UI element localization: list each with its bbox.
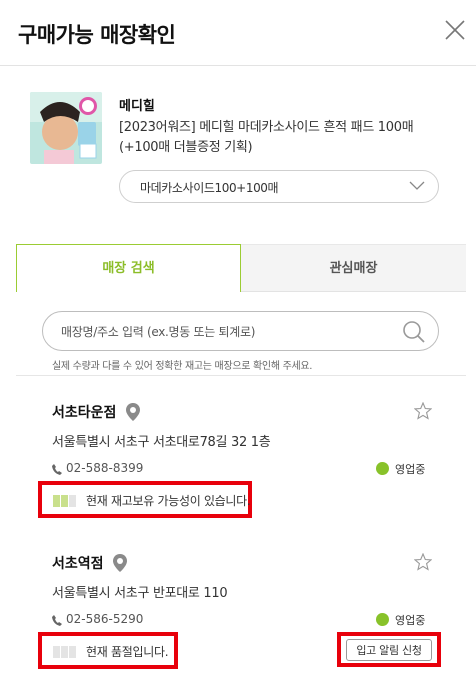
close-icon[interactable] <box>443 18 467 42</box>
store-status: 영업중 <box>395 463 426 476</box>
store-name: 서초타운점 <box>52 405 117 421</box>
stock-level-indicator <box>53 495 77 507</box>
stock-bar <box>53 646 60 658</box>
stock-status: 현재 품절입니다. <box>38 632 178 669</box>
divider <box>16 375 466 376</box>
stock-notice: 실제 수량과 다를 수 있어 정확한 재고는 매장으로 확인해 주세요. <box>52 361 313 372</box>
option-dropdown[interactable]: 마데카소사이드100+100매 <box>119 170 439 203</box>
notify-highlight: 입고 알림 신청 <box>337 632 441 667</box>
stock-text: 현재 재고보유 가능성이 있습니다. <box>86 494 251 508</box>
option-selected-value: 마데카소사이드100+100매 <box>140 181 279 195</box>
map-pin-icon[interactable] <box>113 554 127 572</box>
tab-favorite-stores[interactable]: 관심매장 <box>241 244 466 292</box>
modal-title: 구매가능 매장확인 <box>18 23 176 47</box>
stock-bar <box>69 646 76 658</box>
product-thumbnail <box>30 92 102 164</box>
store-address: 서울특별시 서초구 반포대로 110 <box>52 586 228 601</box>
restock-notify-button[interactable]: 입고 알림 신청 <box>346 639 432 661</box>
modal-header: 구매가능 매장확인 <box>0 0 476 66</box>
chevron-down-icon <box>409 181 425 190</box>
stock-bar <box>53 495 60 507</box>
store-phone[interactable]: 02-586-5290 <box>66 612 143 626</box>
open-status-dot <box>376 613 389 626</box>
store-item: 서초역점 서울특별시 서초구 반포대로 110 02-586-5290 영업중 … <box>0 553 476 685</box>
store-status: 영업중 <box>395 614 426 627</box>
store-item: 서초타운점 서울특별시 서초구 서초대로78길 32 1층 02-588-839… <box>0 402 476 552</box>
favorite-star-icon[interactable] <box>414 553 432 571</box>
stock-bar <box>69 495 76 507</box>
product-brand: 메디힐 <box>119 99 155 114</box>
map-pin-icon[interactable] <box>126 403 140 421</box>
phone-icon <box>52 615 62 626</box>
stock-bar <box>61 646 68 658</box>
stock-bar <box>61 495 68 507</box>
store-name: 서초역점 <box>52 556 104 572</box>
product-name: [2023어워즈] 메디힐 마데카소사이드 흔적 패드 100매 (+100매 … <box>119 120 414 155</box>
search-icon[interactable] <box>402 320 426 344</box>
search-input[interactable] <box>61 322 391 342</box>
store-tabs: 매장 검색 관심매장 <box>16 244 466 292</box>
open-status-dot <box>376 462 389 475</box>
product-info: 메디힐 [2023어워즈] 메디힐 마데카소사이드 흔적 패드 100매 (+1… <box>0 66 476 216</box>
stock-status: 현재 재고보유 가능성이 있습니다. <box>38 481 252 518</box>
tab-store-search[interactable]: 매장 검색 <box>16 244 241 292</box>
search-bar <box>42 311 439 351</box>
stock-text: 현재 품절입니다. <box>86 645 169 659</box>
store-address: 서울특별시 서초구 서초대로78길 32 1층 <box>52 435 271 450</box>
phone-icon <box>52 464 62 475</box>
store-phone[interactable]: 02-588-8399 <box>66 461 143 475</box>
stock-level-indicator <box>53 646 77 658</box>
favorite-star-icon[interactable] <box>414 402 432 420</box>
